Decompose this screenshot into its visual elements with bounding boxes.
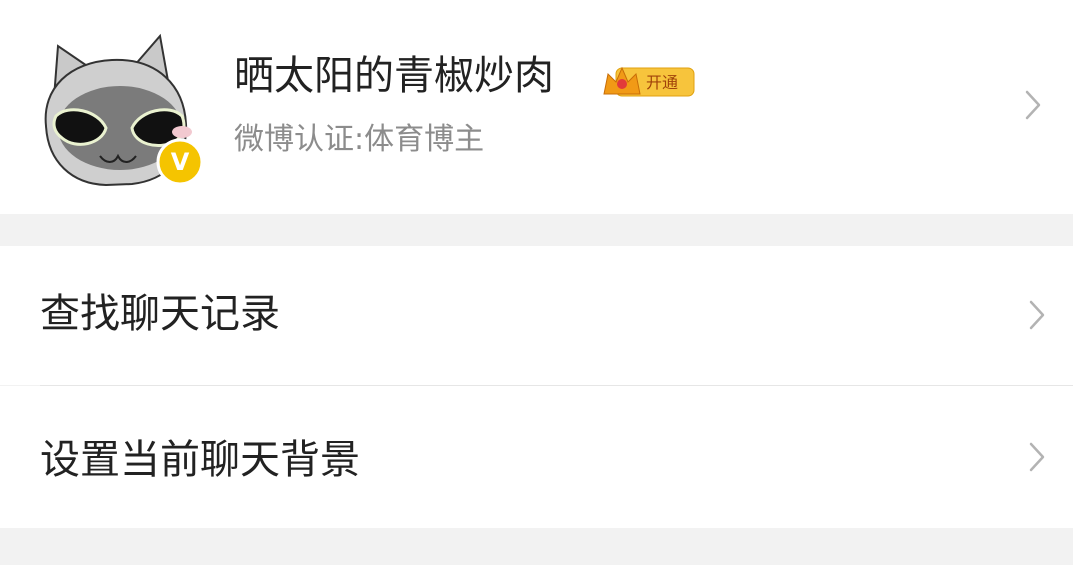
- profile-name: 晒太阳的青椒炒肉: [234, 53, 554, 99]
- verified-v-icon: V: [156, 138, 204, 186]
- certification-text: 微博认证:体育博主: [234, 122, 485, 157]
- crown-icon: 开通: [603, 66, 695, 97]
- search-chat-history-label: 查找聊天记录: [40, 291, 280, 337]
- avatar[interactable]: V: [36, 28, 206, 188]
- chevron-right-icon: [1029, 442, 1045, 472]
- vip-badge-label: 开通: [646, 73, 678, 92]
- chevron-right-icon: [1029, 300, 1045, 330]
- vip-open-badge[interactable]: 开通: [600, 64, 696, 100]
- set-chat-background-label: 设置当前聊天背景: [40, 437, 360, 483]
- chevron-right-icon: [1025, 90, 1041, 120]
- profile-card[interactable]: V 晒太阳的青椒炒肉 开通 微博认证:体育博主: [0, 0, 1073, 214]
- search-chat-history-item[interactable]: 查找聊天记录: [0, 246, 1073, 385]
- verified-mark-text: V: [171, 148, 190, 176]
- set-chat-background-item[interactable]: 设置当前聊天背景: [0, 386, 1073, 528]
